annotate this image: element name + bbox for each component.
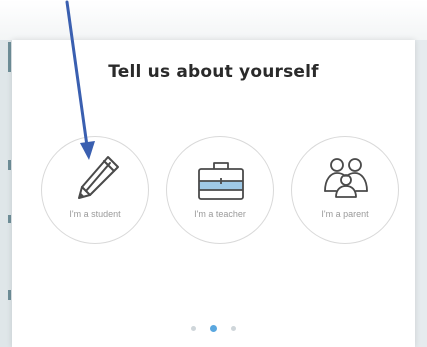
edge-mark: [8, 290, 11, 300]
option-label: I'm a student: [69, 209, 121, 219]
edge-mark: [8, 42, 11, 72]
pagination-dot[interactable]: [231, 326, 236, 331]
edge-mark: [8, 160, 11, 170]
option-parent[interactable]: I'm a parent: [291, 136, 399, 244]
family-icon: [324, 158, 368, 198]
option-label: I'm a teacher: [194, 209, 246, 219]
pagination-dot-active[interactable]: [210, 325, 217, 332]
modal-title: Tell us about yourself: [108, 62, 319, 82]
option-label: I'm a parent: [321, 209, 369, 219]
onboarding-modal: Tell us about yourself I'm a student I'm…: [12, 40, 415, 347]
backdrop-top: [0, 0, 427, 40]
briefcase-icon: [198, 162, 244, 200]
pencil-icon: [78, 156, 119, 199]
background-page-edge-right: [415, 40, 427, 347]
pagination-dots: [12, 318, 415, 332]
background-page-edge-left: [0, 40, 12, 347]
pagination-dot[interactable]: [191, 326, 196, 331]
edge-mark: [8, 215, 11, 223]
option-student[interactable]: I'm a student: [41, 136, 149, 244]
option-teacher[interactable]: I'm a teacher: [166, 136, 274, 244]
